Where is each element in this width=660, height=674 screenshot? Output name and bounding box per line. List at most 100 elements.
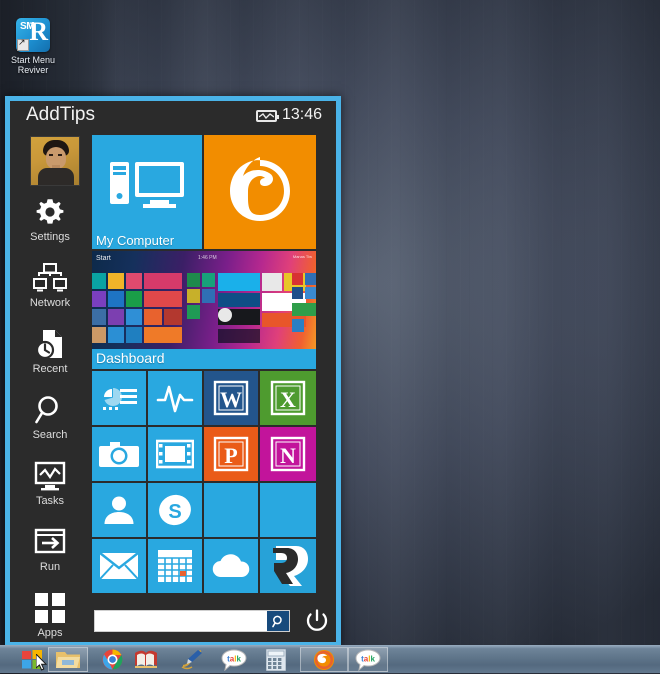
tile-camera[interactable]: [92, 427, 146, 481]
power-icon: [306, 609, 328, 631]
skype-icon: S: [148, 483, 202, 537]
onenote-icon: N: [260, 427, 316, 481]
tile-task-manager[interactable]: [92, 371, 146, 425]
pulse-icon: [148, 371, 202, 425]
tile-skype[interactable]: S: [148, 483, 202, 537]
dashboard-label-bar: Dashboard: [92, 349, 316, 369]
search-button[interactable]: [267, 611, 289, 631]
tile-empty-1[interactable]: [204, 483, 258, 537]
avatar-body: [38, 168, 74, 185]
talk-icon: talk: [221, 648, 247, 671]
taskbar-calculator[interactable]: [260, 647, 292, 672]
sidebar-item-tasks[interactable]: Tasks: [10, 455, 90, 522]
icon-logo-letter: R: [29, 17, 48, 46]
search-box[interactable]: [94, 610, 290, 632]
start-menu-header: AddTips 13:46: [10, 101, 336, 133]
tile-calendar[interactable]: [148, 539, 202, 593]
sidebar-label-recent: Recent: [32, 363, 68, 375]
word-icon: W: [204, 371, 258, 425]
firefox-icon: [204, 135, 316, 249]
tile-word[interactable]: W: [204, 371, 258, 425]
svg-text:N: N: [280, 443, 296, 468]
desktop-icon-start-menu-reviver[interactable]: SM R Start Menu Reviver: [4, 18, 62, 75]
sidebar-label-search: Search: [32, 429, 68, 441]
person-icon: [92, 483, 146, 537]
calculator-icon: [266, 648, 286, 671]
sidebar-item-run[interactable]: Run: [10, 521, 90, 588]
sidebar-item-settings[interactable]: Settings: [10, 191, 90, 258]
start-menu-search-row: [90, 602, 336, 642]
tile-firefox[interactable]: [204, 135, 316, 249]
network-icon: [10, 257, 90, 299]
windows-logo-icon: [22, 650, 42, 669]
taskbar: talk talk: [0, 645, 660, 674]
svg-text:talk: talk: [361, 654, 375, 663]
svg-text:W: W: [220, 387, 242, 412]
excel-icon: X: [260, 371, 316, 425]
book-icon: [134, 650, 157, 668]
tile-reviver[interactable]: [260, 539, 316, 593]
sidebar-item-recent[interactable]: Recent: [10, 323, 90, 390]
taskbar-google-talk-window[interactable]: talk: [348, 647, 388, 672]
search-input[interactable]: [99, 613, 263, 632]
start-button[interactable]: [16, 647, 48, 672]
gear-icon: [10, 191, 90, 233]
start-menu-panel: AddTips 13:46 Settings Network Recent Se…: [5, 96, 341, 647]
desktop-icon-label-line1: Start Menu: [10, 55, 56, 65]
desktop-icon-label-line2: Reviver: [17, 65, 49, 75]
sidebar-item-search[interactable]: Search: [10, 389, 90, 456]
dashboard-preview-clock: 1:46 PM: [198, 255, 217, 261]
tile-powerpoint[interactable]: P: [204, 427, 258, 481]
run-arrow-icon: [10, 521, 90, 563]
tile-health[interactable]: [148, 371, 202, 425]
tile-dashboard[interactable]: Start 1:46 PM Manas Tiw Dashboard: [92, 251, 316, 369]
avatar-eye-left: [49, 154, 53, 156]
tile-empty-2[interactable]: [260, 483, 316, 537]
start-menu-clock: 13:46: [281, 106, 322, 123]
start-menu-sidebar: Settings Network Recent Search Tasks Run…: [10, 133, 90, 642]
desktop-icon-label: Start Menu Reviver: [4, 55, 62, 75]
tile-my-computer[interactable]: My Computer: [92, 135, 202, 249]
task-manager-monitor-icon: [10, 455, 90, 497]
tile-onenote[interactable]: N: [260, 427, 316, 481]
user-avatar[interactable]: [30, 136, 80, 186]
taskbar-surface: talk talk: [0, 646, 660, 673]
folder-icon: [56, 652, 80, 668]
dashboard-preview-start-label: Start: [96, 255, 111, 262]
reviver-r-icon: [260, 539, 316, 593]
sidebar-label-run: Run: [39, 561, 61, 573]
search-icon: [271, 615, 282, 627]
sidebar-item-apps[interactable]: Apps: [10, 587, 90, 654]
computer-icon: [92, 135, 202, 249]
firefox-icon: [314, 649, 334, 670]
task-manager-icon: [92, 371, 146, 425]
taskbar-mozilla-firefox[interactable]: [300, 647, 348, 672]
taskbar-pen-tool[interactable]: [176, 647, 208, 672]
apps-grid-icon: [10, 587, 90, 629]
taskbar-dictionary[interactable]: [128, 647, 162, 672]
sidebar-item-network[interactable]: Network: [10, 257, 90, 324]
sidebar-label-apps: Apps: [37, 627, 63, 639]
power-button[interactable]: [304, 608, 330, 634]
taskbar-file-explorer[interactable]: [48, 647, 88, 672]
shortcut-arrow-icon: [17, 37, 29, 51]
tile-people[interactable]: [92, 483, 146, 537]
envelope-icon: [92, 539, 146, 593]
magnifier-icon: [10, 389, 90, 431]
dashboard-preview-user: Manas Tiw: [292, 254, 312, 259]
svg-text:talk: talk: [227, 654, 241, 663]
svg-text:P: P: [224, 443, 237, 468]
tile-onedrive[interactable]: [204, 539, 258, 593]
camera-icon: [92, 427, 146, 481]
tile-mail[interactable]: [92, 539, 146, 593]
sidebar-label-settings: Settings: [30, 231, 70, 243]
pen-icon: [181, 649, 202, 670]
tile-video[interactable]: [148, 427, 202, 481]
cloud-icon: [204, 539, 258, 593]
tile-excel[interactable]: X: [260, 371, 316, 425]
calendar-icon: [148, 539, 202, 593]
taskbar-google-chrome[interactable]: [96, 647, 128, 672]
taskbar-google-talk[interactable]: talk: [218, 647, 250, 672]
recent-document-clock-icon: [10, 323, 90, 365]
start-menu-tile-area: My Computer Start 1:46 PM Manas Tiw Dash…: [90, 133, 336, 642]
